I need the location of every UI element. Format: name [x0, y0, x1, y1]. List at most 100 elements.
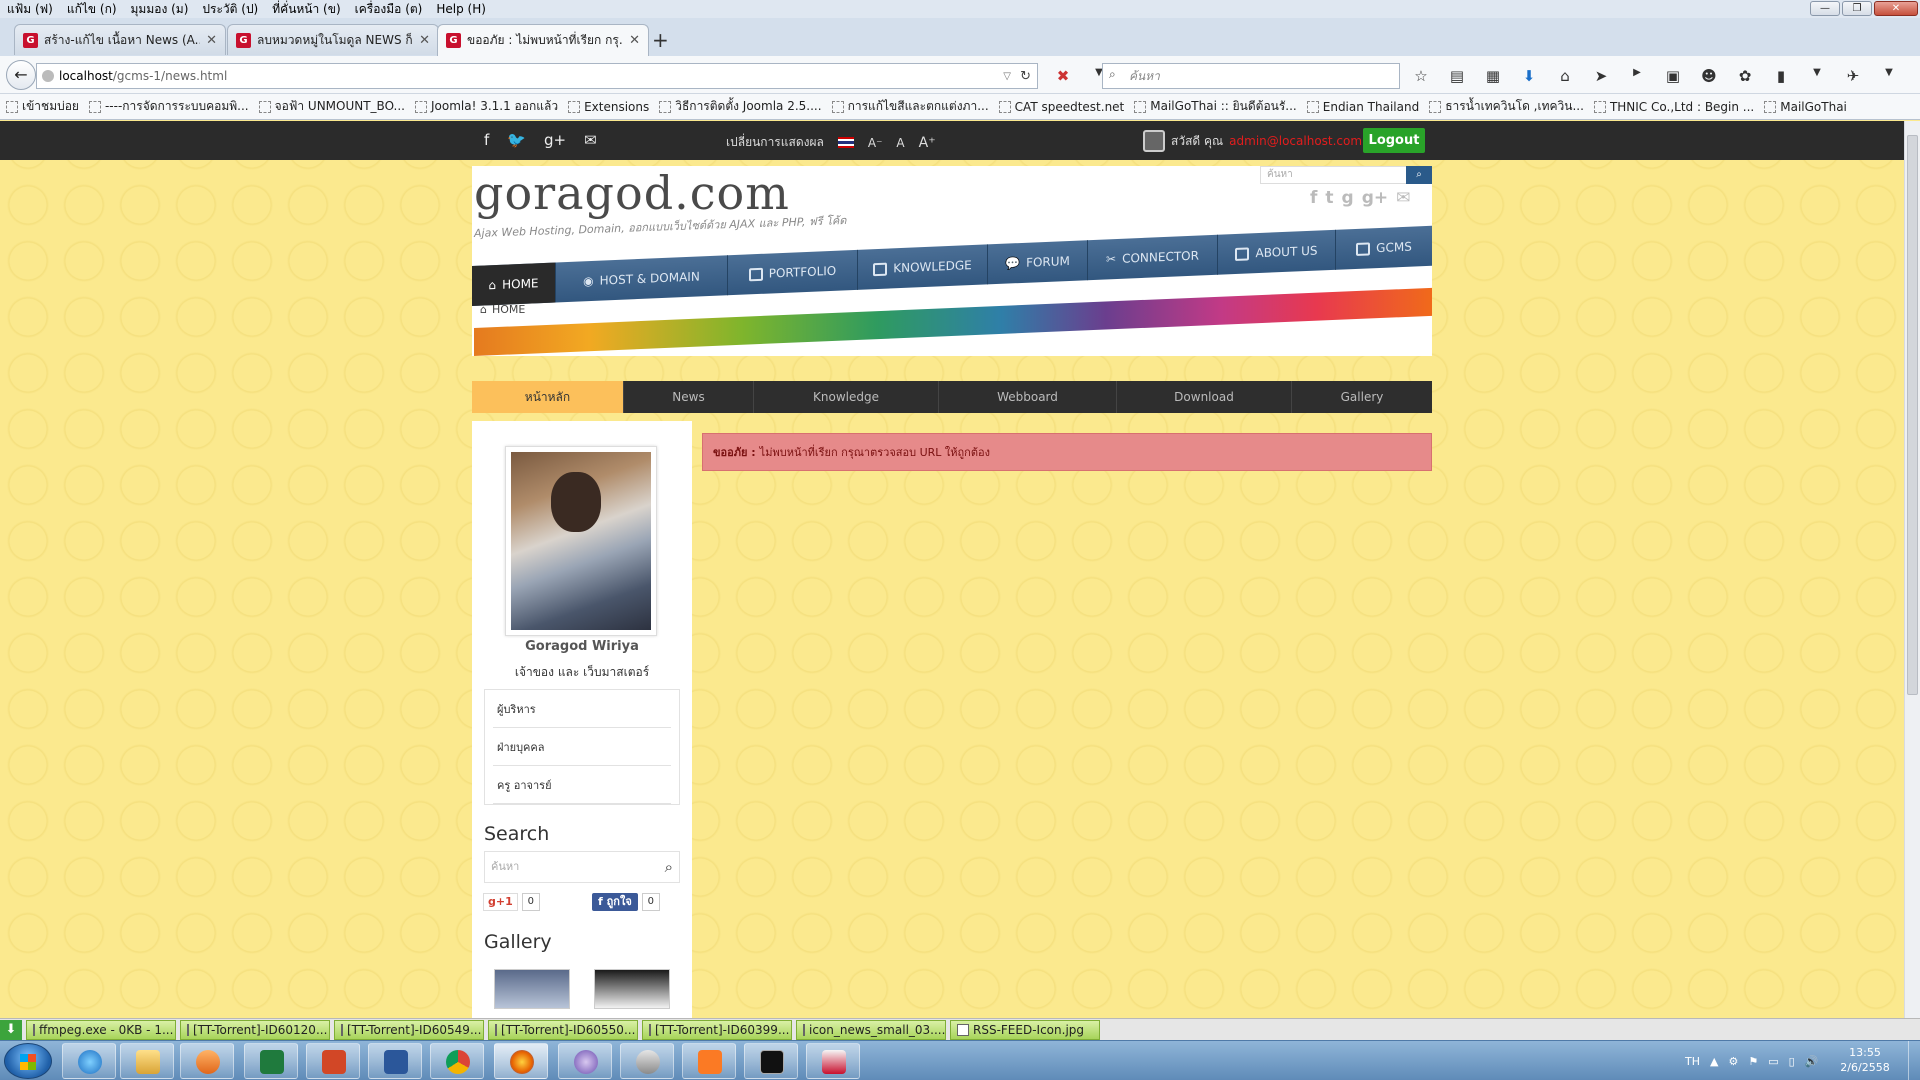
download-arrow-icon[interactable]: ⬇: [0, 1019, 22, 1040]
back-button[interactable]: ←: [6, 60, 36, 90]
bookmark-item[interactable]: MailGoThai :: ยินดีต้อนรั...: [1134, 97, 1297, 116]
taskbar-media-player[interactable]: [180, 1043, 234, 1079]
taskbar-clock[interactable]: 13:55 2/6/2558: [1830, 1045, 1900, 1075]
user-avatar[interactable]: [1143, 130, 1165, 152]
clipboard-icon[interactable]: ▮: [1770, 67, 1792, 85]
subnav-webboard[interactable]: Webboard: [939, 381, 1117, 413]
tab-not-found[interactable]: G ขออภัย : ไม่พบหน้าที่เรียก กรุ... ✕: [437, 24, 649, 56]
taskbar-explorer[interactable]: [120, 1043, 174, 1079]
url-bar[interactable]: localhost/gcms-1/news.html ▽ ↻: [36, 63, 1038, 89]
flash-icon[interactable]: ✈: [1842, 67, 1864, 85]
facebook-like-button[interactable]: f ถูกใจ: [592, 893, 638, 911]
taskbar-firefox[interactable]: [494, 1043, 548, 1079]
download-item[interactable]: RSS-FEED-Icon.jpg: [950, 1019, 1100, 1040]
nav-about-us[interactable]: ABOUT US: [1218, 229, 1336, 275]
language-indicator[interactable]: TH: [1685, 1055, 1700, 1068]
search-icon[interactable]: ⌕: [665, 852, 673, 882]
nav-gcms[interactable]: GCMS: [1336, 226, 1432, 270]
close-tab-icon[interactable]: ✕: [629, 33, 640, 48]
extension-icon[interactable]: ✿: [1734, 67, 1756, 85]
restore-button[interactable]: ❐: [1842, 1, 1872, 16]
gallery-thumbnail[interactable]: [594, 969, 670, 1009]
menu-file[interactable]: แฟ้ม (ฟ): [0, 0, 60, 19]
site-identity-icon[interactable]: [42, 70, 54, 82]
send-icon[interactable]: ➤: [1590, 67, 1612, 85]
taskbar-excel[interactable]: [244, 1043, 298, 1079]
facebook-icon[interactable]: f: [484, 131, 489, 149]
start-button[interactable]: [4, 1043, 52, 1079]
subnav-download[interactable]: Download: [1117, 381, 1292, 413]
tab-news-edit[interactable]: G สร้าง-แก้ไข เนื้อหา News (A... ✕: [14, 24, 226, 55]
bookmark-star-icon[interactable]: ☆: [1410, 67, 1432, 85]
bookmark-item[interactable]: THNIC Co.,Ltd : Begin ...: [1593, 100, 1754, 114]
chat-icon[interactable]: ☻: [1698, 67, 1720, 85]
taskbar-ie[interactable]: [62, 1043, 116, 1079]
menu-view[interactable]: มุมมอง (ม): [124, 0, 196, 19]
sidebar-item-teachers[interactable]: ครู อาจารย์: [493, 766, 671, 804]
bookmark-item[interactable]: ธารน้ำเทควินโด ,เทควิน...: [1429, 97, 1584, 116]
taskbar-command-prompt[interactable]: [744, 1043, 798, 1079]
bookmark-item[interactable]: MailGoThai: [1764, 100, 1847, 114]
user-email-link[interactable]: admin@localhost.com: [1229, 134, 1362, 148]
sidebar-item-hr[interactable]: ฝ่ายบุคคล: [493, 728, 671, 766]
save-icon[interactable]: ▣: [1662, 67, 1684, 85]
bookmark-item[interactable]: วิธีการติดตั้ง Joomla 2.5....: [659, 97, 822, 116]
subnav-gallery[interactable]: Gallery: [1292, 381, 1432, 413]
menu-edit[interactable]: แก้ไข (ก): [60, 0, 124, 19]
browser-search-input[interactable]: ⌕ ค้นหา: [1102, 63, 1400, 89]
addon-dropdown-icon[interactable]: ▼: [1806, 67, 1828, 85]
download-item[interactable]: [TT-Torrent]-ID60120...: [180, 1019, 330, 1040]
email-icon[interactable]: ✉: [584, 131, 597, 149]
header-search-input[interactable]: ค้นหา ⌕: [1260, 166, 1432, 184]
display-icon[interactable]: ▭: [1768, 1055, 1778, 1068]
font-larger-button[interactable]: A⁺: [919, 135, 936, 151]
adblock-icon[interactable]: ✖: [1052, 67, 1074, 85]
download-item[interactable]: icon_news_small_03....: [796, 1019, 946, 1040]
close-tab-icon[interactable]: ✕: [419, 33, 430, 48]
page-scrollbar[interactable]: [1904, 121, 1920, 1018]
power-icon[interactable]: ▯: [1789, 1055, 1795, 1068]
new-tab-button[interactable]: +: [652, 28, 669, 52]
sidebar-item-executives[interactable]: ผู้บริหาร: [493, 690, 671, 728]
font-smaller-button[interactable]: A⁻: [868, 136, 883, 150]
twitter-icon[interactable]: 🐦: [507, 131, 526, 149]
bookmark-item[interactable]: จอฟ้า UNMOUNT_BO...: [258, 97, 405, 116]
subnav-home[interactable]: หน้าหลัก: [472, 381, 624, 413]
bookmark-item[interactable]: Joomla! 3.1.1 ออกแล้ว: [414, 97, 558, 116]
url-dropdown-icon[interactable]: ▽: [1003, 71, 1011, 82]
bookmark-item[interactable]: เข้าชมบ่อย: [6, 97, 79, 116]
addon-icon[interactable]: ▦: [1482, 67, 1504, 85]
tab-news-category[interactable]: G ลบหมวดหมู่ในโมดูล NEWS ก็... ✕: [227, 24, 439, 55]
taskbar-app-red[interactable]: [806, 1043, 860, 1079]
bookmark-item[interactable]: CAT speedtest.net: [998, 100, 1124, 114]
menu-help[interactable]: Help (H): [429, 2, 493, 16]
taskbar-powerpoint[interactable]: [306, 1043, 360, 1079]
subnav-knowledge[interactable]: Knowledge: [754, 381, 939, 413]
download-icon[interactable]: ⬇: [1518, 67, 1540, 85]
minimize-button[interactable]: —: [1810, 1, 1840, 16]
network-icon[interactable]: ⚙: [1728, 1055, 1738, 1068]
tray-expand-icon[interactable]: ▲: [1710, 1055, 1718, 1068]
nav-forum[interactable]: 💬 FORUM: [988, 240, 1088, 285]
logout-button[interactable]: Logout: [1363, 128, 1425, 153]
menu-bookmarks[interactable]: ที่คั่นหน้า (ข): [265, 0, 347, 19]
menu-history[interactable]: ประวัติ (ป): [195, 0, 265, 19]
taskbar-xampp[interactable]: [682, 1043, 736, 1079]
reading-list-icon[interactable]: ▤: [1446, 67, 1468, 85]
bookmark-item[interactable]: Extensions: [568, 100, 649, 114]
nav-portfolio[interactable]: PORTFOLIO: [728, 249, 858, 296]
bookmark-item[interactable]: ----การจัดการระบบคอมพิ...: [88, 97, 249, 116]
taskbar-app-swirl[interactable]: [558, 1043, 612, 1079]
download-item[interactable]: [TT-Torrent]-ID60550...: [488, 1019, 638, 1040]
taskbar-word[interactable]: [368, 1043, 422, 1079]
download-item[interactable]: ffmpeg.exe - 0KB - 1...: [26, 1019, 176, 1040]
scrollbar-thumb[interactable]: [1907, 135, 1918, 695]
download-item[interactable]: [TT-Torrent]-ID60549...: [334, 1019, 484, 1040]
bookmark-item[interactable]: การแก้ไขสีและตกแต่งภา...: [831, 97, 989, 116]
download-item[interactable]: [TT-Torrent]-ID60399...: [642, 1019, 792, 1040]
volume-icon[interactable]: 🔊: [1805, 1055, 1819, 1068]
sidebar-search-input[interactable]: ค้นหา ⌕: [484, 851, 680, 883]
font-normal-button[interactable]: A: [896, 136, 904, 150]
youtube-icon[interactable]: ▶: [1626, 67, 1648, 85]
show-desktop-button[interactable]: [1908, 1041, 1920, 1080]
